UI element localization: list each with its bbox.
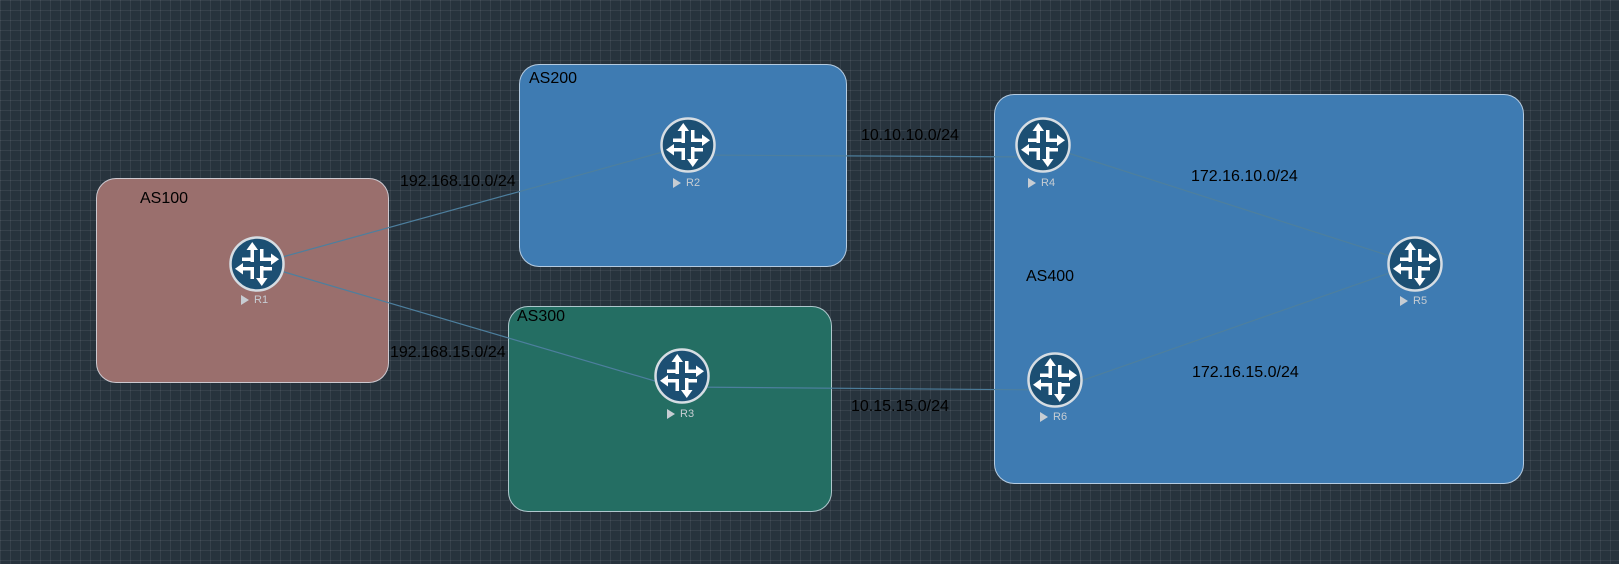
router-name: R6	[1053, 411, 1068, 423]
link-r1-r3[interactable]	[256, 263, 683, 390]
link-label-r3-r6: 10.15.15.0/24	[851, 398, 949, 415]
router-name: R4	[1041, 177, 1056, 189]
link-label-r6-r5: 172.16.15.0/24	[1192, 364, 1299, 381]
router-r4-label[interactable]: R4	[1028, 177, 1055, 189]
router-name: R2	[686, 177, 701, 189]
play-icon	[673, 178, 681, 188]
link-r3-r6[interactable]	[681, 386, 1056, 391]
play-icon	[1028, 178, 1036, 188]
router-name: R5	[1413, 295, 1428, 307]
router-r5-label[interactable]: R5	[1400, 295, 1427, 307]
router-icon	[1387, 236, 1443, 292]
router-r2[interactable]	[660, 117, 716, 173]
router-icon	[654, 348, 710, 404]
router-name: R1	[254, 294, 269, 306]
router-r1-label[interactable]: R1	[241, 294, 268, 306]
router-name: R3	[680, 408, 695, 420]
link-label-r1-r2: 192.168.10.0/24	[400, 173, 516, 190]
link-r1-r2[interactable]	[256, 144, 689, 265]
router-r5[interactable]	[1387, 236, 1443, 292]
router-r6-label[interactable]: R6	[1040, 411, 1067, 423]
router-r6[interactable]	[1027, 352, 1083, 408]
play-icon	[667, 409, 675, 419]
play-icon	[1400, 296, 1408, 306]
router-icon	[1027, 352, 1083, 408]
play-icon	[241, 295, 249, 305]
router-r4[interactable]	[1015, 117, 1071, 173]
router-icon	[229, 236, 285, 292]
link-label-r4-r5: 172.16.10.0/24	[1191, 168, 1298, 185]
link-label-r2-r4: 10.10.10.0/24	[861, 127, 959, 144]
topology-canvas: AS100 AS200 AS300 AS400 192.168.10.0/24 …	[0, 0, 1619, 564]
router-r1[interactable]	[229, 236, 285, 292]
link-r4-r5[interactable]	[1042, 144, 1416, 265]
router-r2-label[interactable]: R2	[673, 177, 700, 189]
router-icon	[1015, 117, 1071, 173]
router-r3-label[interactable]: R3	[667, 408, 694, 420]
play-icon	[1040, 412, 1048, 422]
router-r3[interactable]	[654, 348, 710, 404]
router-icon	[660, 117, 716, 173]
link-label-r1-r3: 192.168.15.0/24	[390, 344, 506, 361]
link-r2-r4[interactable]	[687, 154, 1044, 158]
